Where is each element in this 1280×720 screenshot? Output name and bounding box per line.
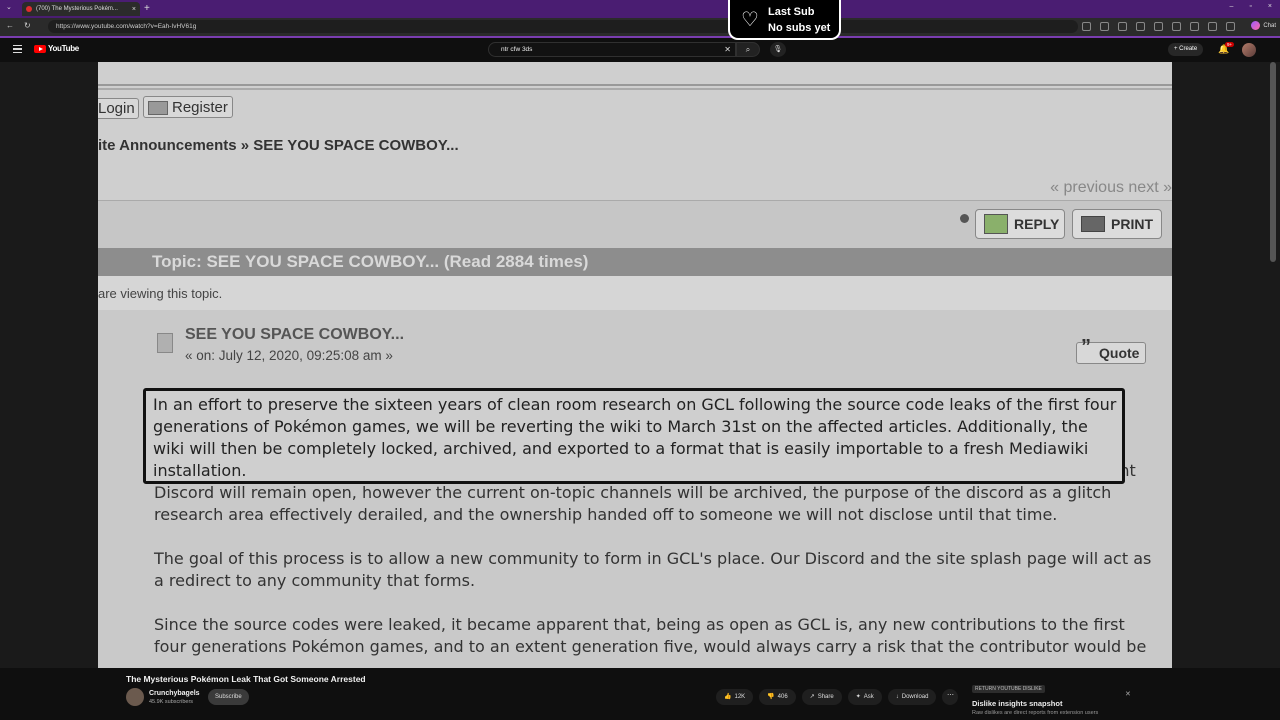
post-paragraph: The goal of this process is to allow a n…: [154, 549, 1152, 590]
post-date: « on: July 12, 2020, 09:25:08 am »: [185, 348, 393, 363]
subscriber-count: 45.9K subscribers: [149, 699, 194, 705]
copilot-icon: [1251, 21, 1261, 30]
dislike-panel-tag: RETURN YOUTUBE DISLIKE: [972, 685, 1045, 693]
notification-badge: 9+: [1225, 42, 1235, 47]
last-sub-label: Last Sub: [768, 6, 815, 18]
share-label: Share: [817, 694, 834, 700]
video-info-bar: The Mysterious Pokémon Leak That Got Som…: [0, 668, 1280, 720]
extension-icons: [1082, 22, 1235, 31]
ask-label: Ask: [863, 694, 874, 700]
new-tab-icon[interactable]: +: [144, 3, 150, 14]
window-close-icon[interactable]: ×: [1268, 3, 1272, 10]
youtube-favicon-icon: [26, 6, 32, 12]
extension-icon[interactable]: [1172, 22, 1181, 31]
video-player[interactable]: Login Register ite Announcements » SEE Y…: [0, 62, 1280, 668]
search-input[interactable]: ntr cfw 3ds ✕: [488, 42, 736, 57]
address-bar-row: ← ↻ https://www.youtube.com/watch?v=Eah-…: [0, 18, 1280, 38]
close-tab-icon[interactable]: ×: [132, 6, 136, 13]
browser-tab-bar: ⌄ (700) The Mysterious Pokém... × + – ▫ …: [0, 0, 1280, 18]
mic-icon: 🎙: [773, 46, 783, 53]
post-title: SEE YOU SPACE COWBOY...: [185, 326, 405, 343]
share-button[interactable]: ↗ Share: [801, 689, 842, 705]
extension-icon[interactable]: [1190, 22, 1199, 31]
menu-icon[interactable]: [13, 45, 22, 53]
youtube-logo[interactable]: YouTube: [34, 44, 79, 53]
dislike-panel-title: Dislike insights snapshot: [972, 699, 1063, 708]
extension-icon[interactable]: [1082, 22, 1091, 31]
back-icon[interactable]: ←: [6, 21, 14, 30]
last-sub-value: No subs yet: [768, 22, 831, 34]
channel-name[interactable]: Crunchybagels: [149, 690, 200, 697]
more-actions-icon[interactable]: ⋯: [942, 689, 959, 705]
video-title: The Mysterious Pokémon Leak That Got Som…: [126, 674, 366, 684]
maximize-icon[interactable]: ▫: [1249, 3, 1251, 10]
dislike-insights-panel: RETURN YOUTUBE DISLIKE Dislike insights …: [970, 682, 1140, 718]
sparkle-icon: ✦: [855, 694, 861, 700]
dislike-panel-subtitle: Raw dislikes are direct reports from ext…: [972, 710, 1099, 716]
document-icon: [157, 333, 173, 353]
ask-button[interactable]: ✦ Ask: [847, 689, 882, 705]
browser-tab[interactable]: (700) The Mysterious Pokém... ×: [22, 2, 140, 16]
window-controls: – ▫ ×: [1230, 3, 1272, 10]
like-button[interactable]: 👍 12K: [716, 689, 754, 705]
clear-search-icon[interactable]: ✕: [724, 43, 731, 56]
account-avatar[interactable]: [1242, 43, 1256, 57]
share-icon: ↗: [809, 694, 815, 700]
youtube-play-icon: [34, 44, 46, 53]
download-button[interactable]: ↓ Download: [887, 689, 937, 705]
youtube-logo-text: YouTube: [48, 44, 79, 53]
quote-button: Quote: [1076, 337, 1147, 364]
search-button[interactable]: ⌕: [736, 42, 760, 57]
thumbs-down-icon: 👎: [767, 694, 775, 700]
extension-icon[interactable]: [1208, 22, 1217, 31]
last-sub-overlay: ♡ Last Sub No subs yet: [728, 0, 841, 40]
channel-avatar[interactable]: [126, 688, 144, 706]
thumbs-up-icon: 👍: [724, 694, 732, 700]
dislike-button[interactable]: 👎 406: [759, 689, 796, 705]
forum-post-layer: SEE YOU SPACE COWBOY... « on: July 12, 2…: [98, 62, 1172, 668]
tab-title: (700) The Mysterious Pokém...: [36, 6, 118, 12]
dislike-count: 406: [777, 694, 788, 700]
youtube-header: YouTube ntr cfw 3ds ✕ ⌕ 🎙 + Create 🔔 9+: [0, 38, 1280, 62]
download-icon: ↓: [895, 694, 899, 700]
extension-icon[interactable]: [1118, 22, 1127, 31]
extension-icon[interactable]: [1100, 22, 1109, 31]
extension-icon[interactable]: [1226, 22, 1235, 31]
post-paragraph: Since the source codes were leaked, it b…: [154, 615, 1147, 656]
tab-menu-icon[interactable]: ⌄: [6, 3, 12, 11]
url-field[interactable]: https://www.youtube.com/watch?v=Eah-IvHV…: [48, 20, 1078, 33]
subscribe-button[interactable]: Subscribe: [208, 689, 249, 705]
video-actions: 👍 12K 👎 406 ↗ Share ✦ Ask ↓ Download ⋯: [716, 689, 959, 705]
heart-icon: ♡: [741, 9, 759, 31]
minimize-icon[interactable]: –: [1230, 3, 1234, 10]
create-label: Create: [1179, 46, 1198, 52]
close-panel-icon[interactable]: ✕: [1125, 690, 1131, 698]
search-value: ntr cfw 3ds: [501, 46, 533, 53]
chat-button[interactable]: Chat: [1251, 21, 1276, 30]
like-count: 12K: [734, 694, 746, 700]
search-icon: ⌕: [745, 45, 751, 54]
create-button[interactable]: + Create: [1168, 43, 1204, 56]
chat-label: Chat: [1263, 22, 1276, 29]
download-label: Download: [901, 694, 929, 700]
extension-icon[interactable]: [1154, 22, 1163, 31]
extension-icon[interactable]: [1136, 22, 1145, 31]
reload-icon[interactable]: ↻: [24, 21, 31, 30]
page-scrollbar[interactable]: [1270, 62, 1276, 262]
voice-search-button[interactable]: 🎙: [770, 42, 786, 57]
highlighted-paragraph: In an effort to preserve the sixteen yea…: [153, 395, 1117, 480]
